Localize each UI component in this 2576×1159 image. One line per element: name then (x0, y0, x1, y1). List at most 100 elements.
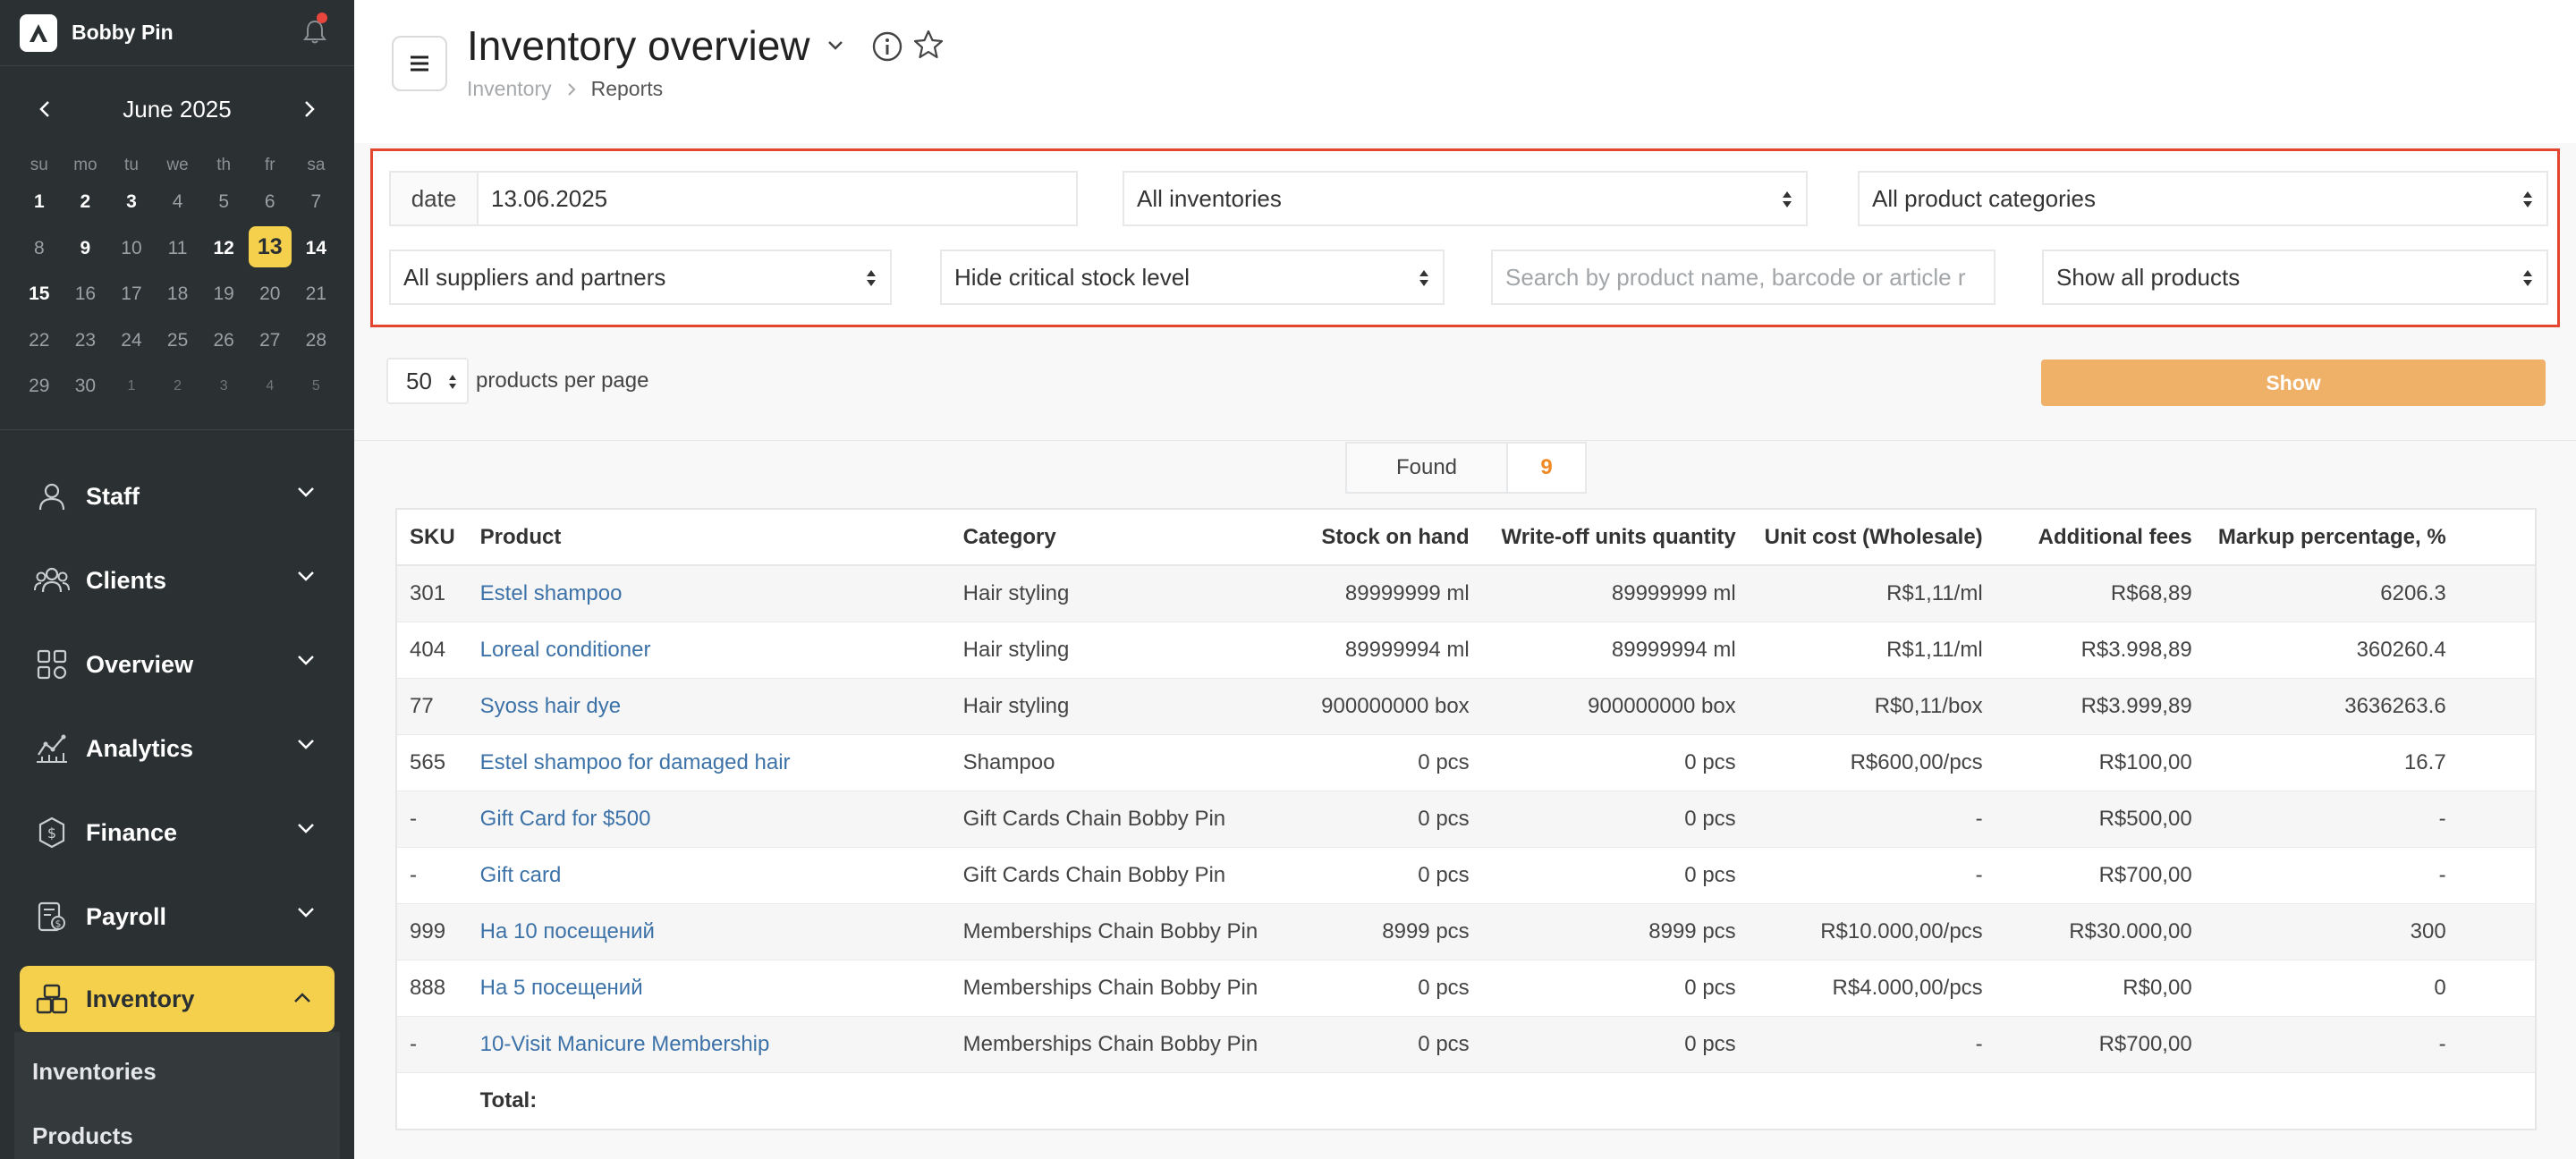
column-header-stock[interactable]: Stock on hand (1281, 510, 1482, 566)
product-link[interactable]: Gift card (480, 863, 562, 887)
calendar-day[interactable]: 5 (200, 179, 247, 225)
subnav-item-products[interactable]: Products (14, 1104, 340, 1159)
table-row: 565 Estel shampoo for damaged hair Shampoo… (397, 734, 2535, 791)
products-filter-select[interactable]: Show all products (2042, 250, 2548, 305)
calendar-day[interactable]: 6 (247, 179, 293, 225)
column-header-writeoff[interactable]: Write-off units quantity (1481, 510, 1749, 566)
calendar-day[interactable]: 24 (108, 317, 155, 364)
calendar-day[interactable]: 2 (63, 179, 109, 225)
calendar-day[interactable]: 2 (155, 363, 201, 410)
calendar-day[interactable]: 4 (247, 363, 293, 410)
calendar-day[interactable]: 9 (63, 225, 109, 272)
menu-button[interactable] (392, 36, 447, 91)
product-link[interactable]: Loreal conditioner (480, 638, 651, 662)
table-cell: 300 (2204, 903, 2459, 960)
categories-select[interactable]: All product categories (1858, 171, 2548, 226)
product-link[interactable]: Estel shampoo for damaged hair (480, 750, 791, 774)
table-cell: R$1,11/ml (1748, 565, 1996, 622)
calendar-day[interactable]: 15 (16, 271, 63, 317)
product-link[interactable]: Gift Card for $500 (480, 807, 651, 831)
show-button[interactable]: Show (2041, 360, 2546, 406)
product-link[interactable]: Syoss hair dye (480, 694, 621, 718)
table-cell: 89999994 ml (1281, 622, 1482, 679)
table-cell: - (1748, 1016, 1996, 1073)
calendar-day[interactable]: 14 (293, 225, 340, 272)
column-header-unit-cost[interactable]: Unit cost (Wholesale) (1748, 510, 1996, 566)
calendar-day[interactable]: 17 (108, 271, 155, 317)
table-cell: 3636263.6 (2204, 678, 2459, 735)
table-cell: - (397, 847, 468, 904)
calendar-next-icon[interactable] (293, 93, 326, 125)
stock-level-select[interactable]: Hide critical stock level (940, 250, 1445, 305)
found-label: Found (1347, 444, 1508, 492)
product-link[interactable]: На 10 посещений (480, 919, 655, 943)
table-cell: Hair styling (950, 565, 1282, 622)
table-cell: R$3.999,89 (1995, 678, 2205, 735)
sidebar-item-payroll[interactable]: $ Payroll (0, 875, 354, 959)
chevron-right-icon (567, 82, 576, 96)
svg-text:$: $ (55, 918, 62, 930)
calendar-day[interactable]: 20 (247, 271, 293, 317)
date-input[interactable]: 13.06.2025 (477, 171, 1078, 226)
calendar-day[interactable]: 16 (63, 271, 109, 317)
brand-bar: Bobby Pin (0, 0, 354, 66)
chevron-down-icon[interactable] (826, 39, 844, 52)
calendar-day-today[interactable]: 13 (247, 225, 293, 272)
calendar-day[interactable]: 1 (108, 363, 155, 410)
calendar-day[interactable]: 18 (155, 271, 201, 317)
column-header-product[interactable]: Product (467, 510, 951, 566)
calendar-day[interactable]: 22 (16, 317, 63, 364)
product-link[interactable]: 10-Visit Manicure Membership (480, 1032, 770, 1056)
calendar-day[interactable]: 12 (200, 225, 247, 272)
star-icon[interactable] (912, 29, 945, 61)
sidebar-item-clients[interactable]: Clients (0, 538, 354, 622)
product-link[interactable]: Estel shampoo (480, 581, 623, 605)
table-cell (2458, 903, 2535, 960)
subnav-item-inventories[interactable]: Inventories (14, 1039, 340, 1104)
sidebar-item-finance[interactable]: $ Finance (0, 791, 354, 875)
brand-logo-icon[interactable] (20, 13, 57, 52)
calendar-day[interactable]: 29 (16, 363, 63, 410)
calendar-day[interactable]: 3 (200, 363, 247, 410)
calendar-weekday: su (30, 156, 48, 174)
calendar-day[interactable]: 8 (16, 225, 63, 272)
calendar-prev-icon[interactable] (29, 93, 61, 125)
calendar-day[interactable]: 30 (63, 363, 109, 410)
info-icon[interactable] (871, 30, 903, 63)
calendar-day[interactable]: 1 (16, 179, 63, 225)
inventories-select[interactable]: All inventories (1123, 171, 1808, 226)
table-cell: - (397, 1016, 468, 1073)
column-header-category[interactable]: Category (950, 510, 1282, 566)
calendar-day[interactable]: 3 (108, 179, 155, 225)
notification-dot (317, 13, 327, 23)
calendar-day[interactable]: 23 (63, 317, 109, 364)
calendar-day[interactable]: 11 (155, 225, 201, 272)
calendar-day[interactable]: 27 (247, 317, 293, 364)
product-link[interactable]: На 5 посещений (480, 976, 643, 1000)
calendar-day[interactable]: 26 (200, 317, 247, 364)
column-header-fees[interactable]: Additional fees (1995, 510, 2205, 566)
column-header-sku[interactable]: SKU (397, 510, 468, 566)
calendar-day[interactable]: 5 (293, 363, 340, 410)
calendar-day[interactable]: 28 (293, 317, 340, 364)
calendar-day[interactable]: 4 (155, 179, 201, 225)
calendar-day[interactable]: 10 (108, 225, 155, 272)
calendar-day[interactable]: 7 (293, 179, 340, 225)
sidebar-item-staff[interactable]: Staff (0, 454, 354, 538)
product-search-input[interactable]: Search by product name, barcode or artic… (1491, 250, 1996, 305)
table-cell: 999 (397, 903, 468, 960)
calendar-day[interactable]: 21 (293, 271, 340, 317)
per-page-select[interactable]: 50 (386, 358, 469, 404)
breadcrumb-parent[interactable]: Inventory (467, 77, 552, 101)
calendar-day[interactable]: 25 (155, 317, 201, 364)
table-cell: R$100,00 (1995, 734, 2205, 791)
calendar-day[interactable]: 19 (200, 271, 247, 317)
sidebar-item-analytics[interactable]: Analytics (0, 706, 354, 791)
column-header-markup[interactable]: Markup percentage, % (2204, 510, 2459, 566)
boxes-icon (34, 981, 70, 1017)
sidebar-item-inventory[interactable]: Inventory (20, 966, 335, 1032)
table-cell: 89999999 ml (1281, 565, 1482, 622)
suppliers-select[interactable]: All suppliers and partners (389, 250, 892, 305)
sidebar-item-overview[interactable]: Overview (0, 622, 354, 706)
table-cell: R$0,11/box (1748, 678, 1996, 735)
